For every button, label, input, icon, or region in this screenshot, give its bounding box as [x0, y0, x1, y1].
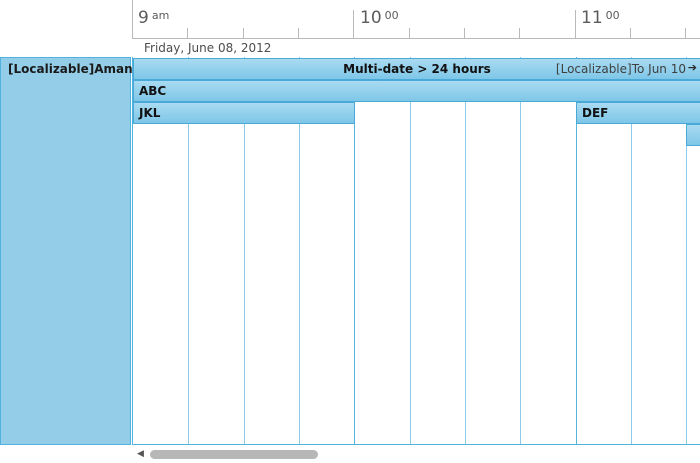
hour-label-10: 10 00 — [360, 8, 399, 28]
appointment-partial[interactable] — [686, 124, 700, 146]
horizontal-scrollbar[interactable]: ◀ — [132, 445, 700, 463]
appointment-abc[interactable]: ABC — [133, 80, 700, 102]
ruler-tick — [519, 28, 520, 38]
appointment-title: ABC — [139, 84, 167, 98]
ruler-tick — [685, 28, 686, 38]
ruler-tick — [243, 28, 244, 38]
scroll-left-arrow-icon[interactable]: ◀ — [137, 449, 144, 459]
appointment-jkl[interactable]: JKL — [133, 102, 355, 124]
timeline-grid[interactable]: Multi-date > 24 hours [Localizable]To Ju… — [132, 57, 700, 445]
grid-line — [410, 57, 411, 445]
date-header: Friday, June 08, 2012 — [133, 39, 700, 57]
resource-header[interactable]: [Localizable]Amanda — [0, 57, 149, 445]
appointment-title: DEF — [582, 106, 609, 120]
ruler-left-border — [132, 0, 133, 38]
hour-label-9: 9 am — [138, 8, 170, 28]
grid-line — [520, 57, 521, 445]
appointment-continuation: [Localizable]To Jun 10 — [555, 62, 686, 76]
scrollbar-thumb[interactable] — [150, 450, 318, 459]
hour-label-11: 11 00 — [581, 8, 620, 28]
grid-line — [465, 57, 466, 445]
appointment-title: JKL — [139, 106, 161, 120]
ruler-tick — [187, 28, 188, 38]
arrow-right-icon: ➔ — [687, 61, 697, 74]
resource-name: [Localizable]Amanda — [8, 62, 150, 76]
ruler-tick — [464, 28, 465, 38]
date-label: Friday, June 08, 2012 — [144, 41, 272, 55]
ruler-tick — [298, 28, 299, 38]
ruler-tick — [409, 28, 410, 38]
corner-blank — [0, 0, 132, 57]
appointment-multi-date[interactable]: Multi-date > 24 hours [Localizable]To Ju… — [133, 58, 700, 80]
appointment-def[interactable]: DEF — [576, 102, 700, 124]
ruler-tick-hour — [575, 10, 576, 38]
ruler-tick — [630, 28, 631, 38]
time-ruler: 9 am 10 00 11 00 — [132, 0, 700, 39]
ruler-tick-hour — [353, 10, 354, 38]
